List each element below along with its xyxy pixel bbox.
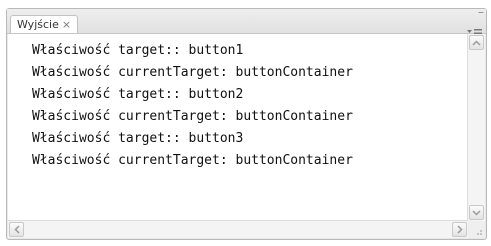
minimize-icon[interactable]: – [466, 6, 484, 18]
output-panel: Wyjście × – Właściwość target:: button1 … [6, 6, 487, 240]
output-line: Właściwość target:: button1 [32, 43, 244, 58]
scroll-right-button[interactable] [452, 222, 467, 237]
resize-grip-icon [477, 230, 482, 235]
chevron-right-icon [456, 225, 463, 234]
chevron-down-icon [472, 209, 481, 216]
output-line: Właściwość currentTarget: buttonContaine… [32, 109, 353, 124]
tab-strip: Wyjście × – [7, 6, 486, 38]
tab-close-icon[interactable]: × [62, 19, 71, 30]
tab-output[interactable]: Wyjście × [10, 15, 79, 33]
panel-window-controls: – [466, 6, 484, 18]
horizontal-scrollbar[interactable] [8, 220, 468, 238]
output-line: Właściwość target:: button3 [32, 131, 244, 146]
scroll-up-button[interactable] [469, 35, 484, 50]
vertical-scrollbar[interactable] [467, 34, 485, 221]
panel-menu-icon[interactable] [467, 23, 483, 38]
chevron-left-icon [13, 225, 20, 234]
output-text-area[interactable]: Właściwość target:: button1 Właściwość c… [32, 40, 463, 218]
output-content[interactable]: Właściwość target:: button1 Właściwość c… [8, 34, 485, 238]
chevron-up-icon [472, 39, 481, 46]
scroll-down-button[interactable] [469, 205, 484, 220]
output-line: Właściwość currentTarget: buttonContaine… [32, 65, 353, 80]
tab-label: Wyjście [17, 18, 59, 31]
scroll-left-button[interactable] [9, 222, 24, 237]
resize-grip[interactable] [468, 221, 485, 238]
output-line: Właściwość currentTarget: buttonContaine… [32, 153, 353, 168]
output-line: Właściwość target:: button2 [32, 87, 244, 102]
